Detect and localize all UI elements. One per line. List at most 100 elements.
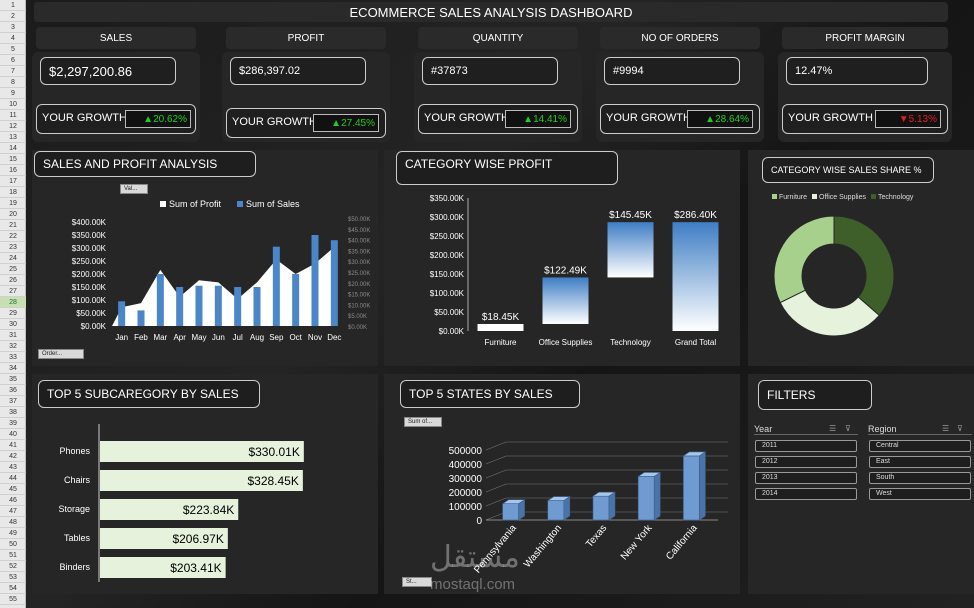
row-number[interactable]: 6 — [0, 55, 26, 66]
row-number[interactable]: 26 — [0, 275, 26, 286]
region-slicer-item[interactable]: South — [869, 472, 971, 484]
row-number[interactable]: 40 — [0, 429, 26, 440]
row-number[interactable]: 24 — [0, 253, 26, 264]
legend-profit: Sum of Profit — [169, 199, 222, 209]
row-number[interactable]: 4 — [0, 33, 26, 44]
y-tick-label: $150.00K — [72, 283, 107, 292]
y2-tick-label: $45.00K — [348, 228, 370, 234]
row-number[interactable]: 51 — [0, 550, 26, 561]
row-number[interactable]: 13 — [0, 132, 26, 143]
region-slicer-item[interactable]: Central — [869, 440, 971, 452]
arrow-up-icon: ▲ — [331, 117, 342, 129]
row-number[interactable]: 34 — [0, 363, 26, 374]
region-slicer-item[interactable]: East — [869, 456, 971, 468]
profit-area — [112, 246, 335, 326]
row-number[interactable]: 20 — [0, 209, 26, 220]
row-number[interactable]: 43 — [0, 462, 26, 473]
y-tick-label: $250.00K — [72, 257, 107, 266]
kpi-header: SALES — [36, 27, 196, 49]
x-tick-label: Jan — [115, 333, 128, 342]
row-number[interactable]: 53 — [0, 572, 26, 583]
pie-legend: Furniture Office Supplies Technology — [772, 194, 913, 201]
year-slicer-item[interactable]: 2012 — [755, 456, 857, 468]
row-number[interactable]: 36 — [0, 385, 26, 396]
row-number[interactable]: 1 — [0, 0, 26, 11]
row-number[interactable]: 25 — [0, 264, 26, 275]
y2-tick-label: $35.00K — [348, 249, 370, 255]
row-number[interactable]: 38 — [0, 407, 26, 418]
row-number[interactable]: 21 — [0, 220, 26, 231]
row-number[interactable]: 33 — [0, 352, 26, 363]
row-number[interactable]: 16 — [0, 165, 26, 176]
row-number[interactable]: 46 — [0, 495, 26, 506]
row-number[interactable]: 42 — [0, 451, 26, 462]
row-number[interactable]: 32 — [0, 341, 26, 352]
year-slicer-clear-filter-icon[interactable]: ⊽ — [845, 424, 851, 433]
row-number[interactable]: 54 — [0, 583, 26, 594]
kpi-header: NO OF ORDERS — [600, 27, 760, 49]
row-number[interactable]: 3 — [0, 22, 26, 33]
waterfall-bar — [542, 277, 589, 324]
row-number[interactable]: 11 — [0, 110, 26, 121]
region-slicer-multiselect-icon[interactable]: ☰ — [942, 424, 949, 433]
year-slicer-item[interactable]: 2013 — [755, 472, 857, 484]
row-number[interactable]: 14 — [0, 143, 26, 154]
row-number[interactable]: 44 — [0, 473, 26, 484]
kpi-value-box: #37873 — [422, 57, 558, 85]
y-tick-label: $350.00K — [72, 231, 107, 240]
row-number[interactable]: 18 — [0, 187, 26, 198]
category-share-donut — [773, 215, 895, 337]
row-number[interactable]: 35 — [0, 374, 26, 385]
row-number[interactable]: 52 — [0, 561, 26, 572]
arrow-up-icon: ▲ — [143, 113, 154, 125]
kpi-header: PROFIT MARGIN — [782, 27, 948, 49]
row-number[interactable]: 10 — [0, 99, 26, 110]
row-number[interactable]: 28 — [0, 297, 26, 308]
year-slicer-item[interactable]: 2011 — [755, 440, 857, 452]
year-slicer-multiselect-icon[interactable]: ☰ — [829, 424, 836, 433]
x-tick-label: Aug — [250, 333, 264, 342]
state-bar-front — [547, 500, 565, 521]
row-number[interactable]: 19 — [0, 198, 26, 209]
row-number[interactable]: 45 — [0, 484, 26, 495]
row-number[interactable]: 29 — [0, 308, 26, 319]
row-number[interactable]: 37 — [0, 396, 26, 407]
row-number[interactable]: 23 — [0, 242, 26, 253]
row-number[interactable]: 41 — [0, 440, 26, 451]
row-number[interactable]: 7 — [0, 66, 26, 77]
row-number[interactable]: 17 — [0, 176, 26, 187]
data-label: $203.41K — [170, 561, 221, 575]
y-tick-label: $350.00K — [430, 194, 465, 203]
region-slicer-clear-filter-icon[interactable]: ⊽ — [957, 424, 963, 433]
year-slicer-item[interactable]: 2014 — [755, 488, 857, 500]
watermark-latin: mostaql.com — [430, 576, 516, 593]
row-number[interactable]: 5 — [0, 44, 26, 55]
top-subcategory-title: TOP 5 SUBCAREGORY BY SALES — [38, 380, 260, 408]
y-tick-label: $50.00K — [76, 309, 106, 318]
row-number[interactable]: 31 — [0, 330, 26, 341]
category-label: Chairs — [64, 475, 91, 485]
waterfall-bar — [607, 222, 654, 278]
row-number[interactable]: 15 — [0, 154, 26, 165]
row-number[interactable]: 22 — [0, 231, 26, 242]
row-number[interactable]: 9 — [0, 88, 26, 99]
growth-value: ▼ 5.13% — [875, 110, 941, 128]
row-number[interactable]: 47 — [0, 506, 26, 517]
growth-label: YOUR GROWTH — [42, 112, 127, 124]
row-number[interactable]: 55 — [0, 594, 26, 605]
sales-profit-title: SALES AND PROFIT ANALYSIS — [34, 151, 256, 177]
dashboard-canvas: ECOMMERCE SALES ANALYSIS DASHBOARD SALES… — [26, 0, 974, 608]
row-number[interactable]: 49 — [0, 528, 26, 539]
row-number[interactable]: 8 — [0, 77, 26, 88]
data-label: $18.45K — [482, 312, 520, 323]
row-number[interactable]: 30 — [0, 319, 26, 330]
row-number[interactable]: 12 — [0, 121, 26, 132]
row-number[interactable]: 2 — [0, 11, 26, 22]
row-number[interactable]: 39 — [0, 418, 26, 429]
y-tick-label: $100.00K — [72, 296, 107, 305]
row-header-column: 1 2 3 4 5 6 7 8 9 10 11 12 13 14 15 16 17 18 19 20 21 22 23 24 2… — [0, 0, 26, 608]
row-number[interactable]: 50 — [0, 539, 26, 550]
row-number[interactable]: 27 — [0, 286, 26, 297]
region-slicer-item[interactable]: West — [869, 488, 971, 500]
row-number[interactable]: 48 — [0, 517, 26, 528]
